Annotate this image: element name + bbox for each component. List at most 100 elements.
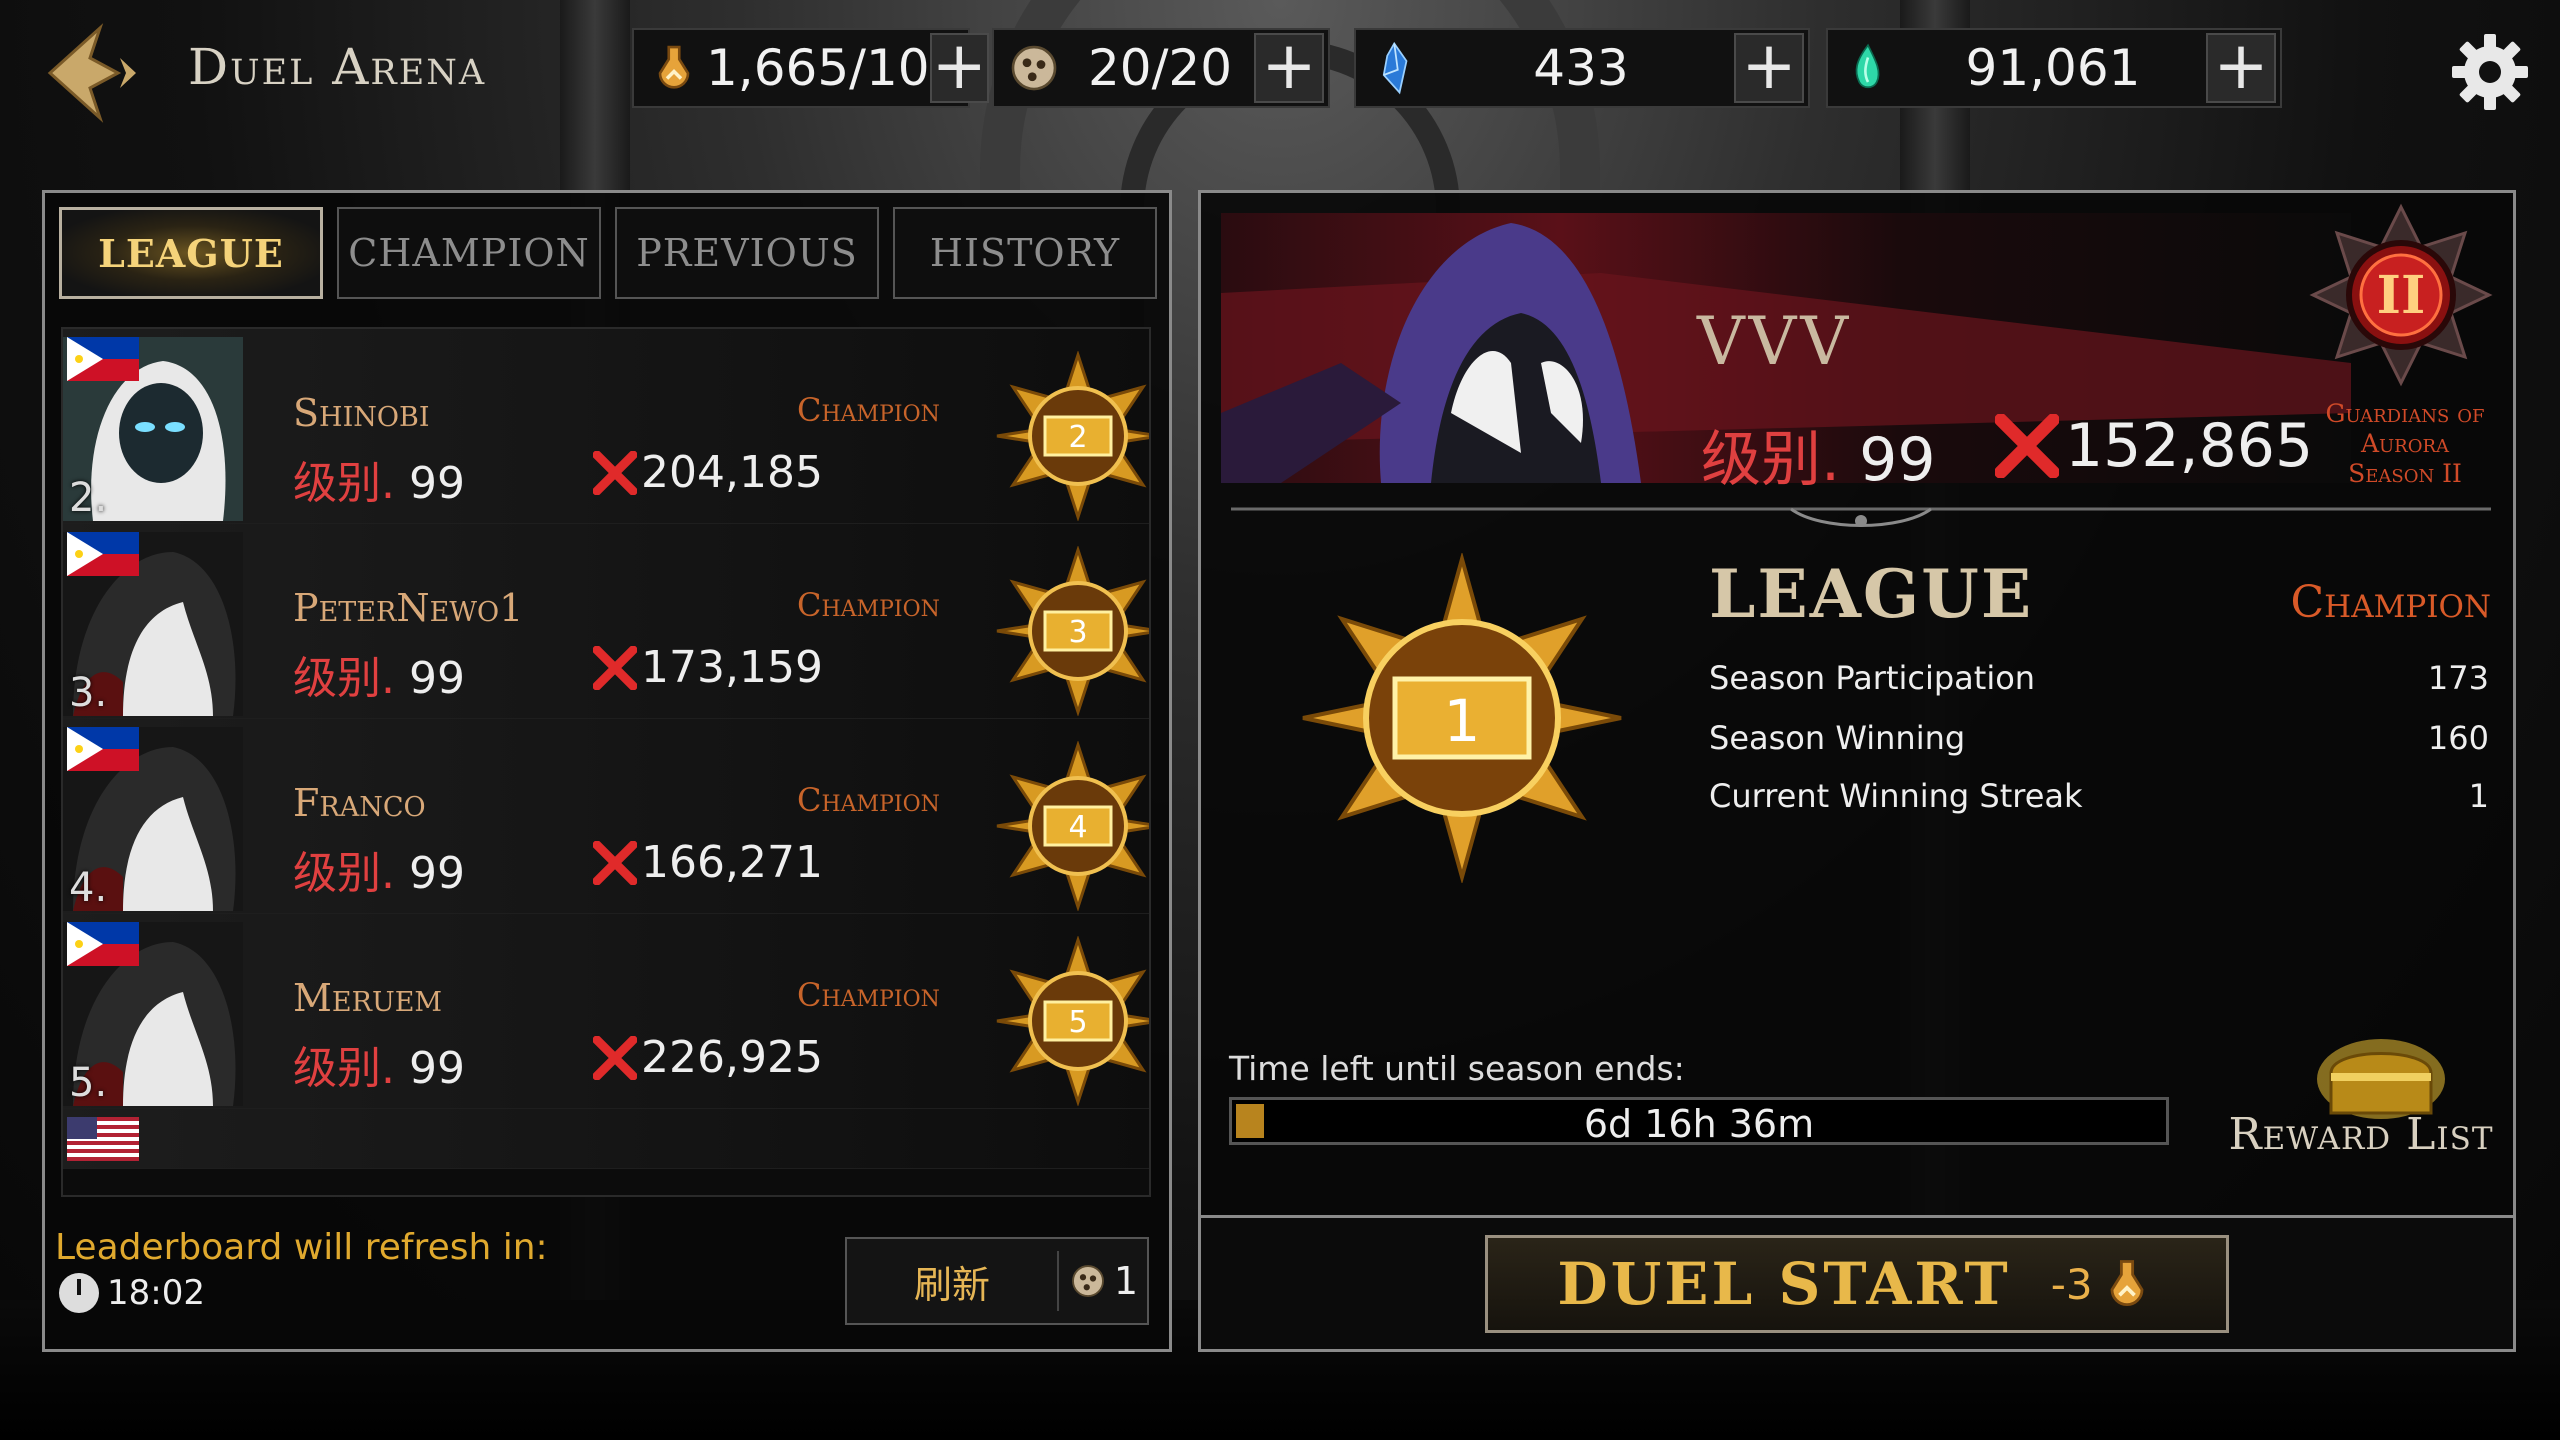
duel-ticket-icon	[1071, 1265, 1104, 1297]
tab-league[interactable]: LEAGUE	[59, 207, 323, 299]
tab-previous[interactable]: PREVIOUS	[615, 207, 879, 299]
level-value: 99	[409, 848, 465, 899]
crossed-swords-icon	[1995, 414, 2059, 478]
rank-number: 2.	[69, 475, 108, 521]
crossed-swords-icon	[593, 1035, 637, 1080]
rank-number: 3.	[69, 670, 108, 716]
resource-tickets: 20/20 +	[992, 28, 1330, 108]
stamina-value: 1,665/10	[706, 39, 930, 97]
stat-label: Season Participation	[1709, 659, 2036, 697]
power-value: 166,271	[641, 837, 823, 888]
player-name: VVV	[1697, 303, 1852, 380]
level-value: 99	[409, 1043, 465, 1094]
player-power: 166,271	[593, 837, 823, 888]
player-level: 级别. 99	[293, 447, 465, 511]
rank-badge-icon: 5	[993, 935, 1149, 1107]
add-tickets-button[interactable]: +	[1254, 33, 1324, 103]
duel-cost-value: -3	[2050, 1259, 2093, 1309]
league-title: LEAGUE	[1709, 555, 2034, 633]
level-value: 99	[409, 458, 465, 509]
player-level: 级别. 99	[293, 642, 465, 706]
player-name: Franco	[293, 781, 426, 825]
leaderboard-list[interactable]: 2. Shinobi Champion 级别. 99 204,185 2 3. …	[61, 327, 1151, 1197]
refresh-label: Leaderboard will refresh in:	[55, 1227, 548, 1268]
power-value: 152,865	[2065, 411, 2314, 481]
crossed-swords-icon	[593, 450, 637, 495]
stamina-potion-icon	[642, 36, 706, 100]
power-value: 226,925	[641, 1032, 823, 1083]
gear-icon[interactable]	[2448, 30, 2532, 114]
table-row[interactable]: 2. Shinobi Champion 级别. 99 204,185 2	[63, 329, 1149, 524]
table-row[interactable]: 4. Franco Champion 级别. 99 166,271 4	[63, 719, 1149, 914]
badge-number: 2	[1068, 420, 1087, 455]
philippines-flag-icon	[67, 337, 139, 381]
refresh-cost: 1	[1059, 1259, 1147, 1303]
season-emblem-icon[interactable]: II	[2309, 203, 2493, 387]
philippines-flag-icon	[67, 727, 139, 771]
season-numeral: II	[2377, 265, 2426, 326]
player-name: Shinobi	[293, 391, 430, 435]
power-value: 173,159	[641, 642, 823, 693]
add-crystal-button[interactable]: +	[1734, 33, 1804, 103]
season-name: Guardians of Aurora Season II	[2315, 399, 2495, 489]
player-level: 级别. 99	[293, 1032, 465, 1096]
tab-history[interactable]: HISTORY	[893, 207, 1157, 299]
level-label: 级别.	[1701, 425, 1841, 495]
resource-crystal: 433 +	[1354, 28, 1810, 108]
leaderboard-tabs: LEAGUE CHAMPION PREVIOUS HISTORY	[59, 207, 1157, 299]
back-arrow-icon[interactable]	[40, 18, 150, 128]
reward-list-label: Reward List	[2228, 1109, 2494, 1160]
resource-soul: 91,061 +	[1826, 28, 2282, 108]
tab-champion[interactable]: CHAMPION	[337, 207, 601, 299]
level-label: 级别.	[293, 848, 395, 899]
player-level: 级别. 99	[293, 837, 465, 901]
screen-title: Duel Arena	[188, 38, 487, 96]
player-power: 204,185	[593, 447, 823, 498]
season-timer-value: 6d 16h 36m	[1583, 1102, 1815, 1146]
stat-label: Current Winning Streak	[1709, 777, 2083, 815]
duel-cost: -3	[2051, 1254, 2157, 1314]
player-name: Meruem	[293, 976, 443, 1020]
player-tier: Champion	[797, 586, 940, 624]
rank-number: 4.	[69, 865, 108, 911]
player-power: 226,925	[593, 1032, 823, 1083]
add-soul-button[interactable]: +	[2206, 33, 2276, 103]
resource-stamina: 1,665/10 +	[632, 28, 989, 108]
player-league-panel: VVV 级别. 99 152,865 II Guardians of Auror…	[1198, 190, 2516, 1352]
season-timer-label: Time left until season ends:	[1229, 1049, 1685, 1088]
duel-start-button[interactable]: DUEL START -3	[1485, 1235, 2229, 1333]
badge-number: 5	[1068, 1005, 1087, 1040]
stat-value: 173	[2427, 659, 2489, 697]
season-line-1: Guardians of	[2325, 399, 2485, 428]
duel-ticket-icon	[1002, 36, 1066, 100]
green-soul-icon	[1836, 36, 1900, 100]
crossed-swords-icon	[593, 840, 637, 885]
league-tier: Champion	[2290, 577, 2491, 628]
stat-season-winning: Season Winning 160	[1709, 719, 2489, 757]
rank-badge-icon: 3	[993, 545, 1149, 717]
player-tier: Champion	[797, 781, 940, 819]
level-value: 99	[1859, 425, 1936, 495]
table-row-partial[interactable]	[63, 1109, 1149, 1169]
add-stamina-button[interactable]: +	[929, 33, 989, 103]
stat-label: Season Winning	[1709, 719, 1966, 757]
ornamental-divider	[1231, 507, 2491, 527]
player-power: 173,159	[593, 642, 823, 693]
league-rank-number: 1	[1444, 687, 1481, 755]
blue-crystal-icon	[1364, 36, 1428, 100]
clock-icon	[59, 1273, 99, 1313]
reward-list-button[interactable]: Reward List	[2211, 1033, 2511, 1173]
rank-number: 5.	[69, 1060, 108, 1106]
table-row[interactable]: 3. PeterNewo1 Champion 级别. 99 173,159 3	[63, 524, 1149, 719]
level-value: 99	[409, 653, 465, 704]
soul-value: 91,061	[1965, 39, 2141, 97]
table-row[interactable]: 5. Meruem Champion 级别. 99 226,925 5	[63, 914, 1149, 1109]
level-label: 级别.	[293, 653, 395, 704]
refresh-button[interactable]: 刷新 1	[845, 1237, 1149, 1325]
stat-winning-streak: Current Winning Streak 1	[1709, 777, 2489, 815]
season-progress-bar: 6d 16h 36m	[1229, 1097, 2169, 1146]
player-tier: Champion	[797, 391, 940, 429]
player-name: PeterNewo1	[293, 586, 524, 630]
tickets-value: 20/20	[1087, 39, 1233, 97]
stat-season-participation: Season Participation 173	[1709, 659, 2489, 697]
